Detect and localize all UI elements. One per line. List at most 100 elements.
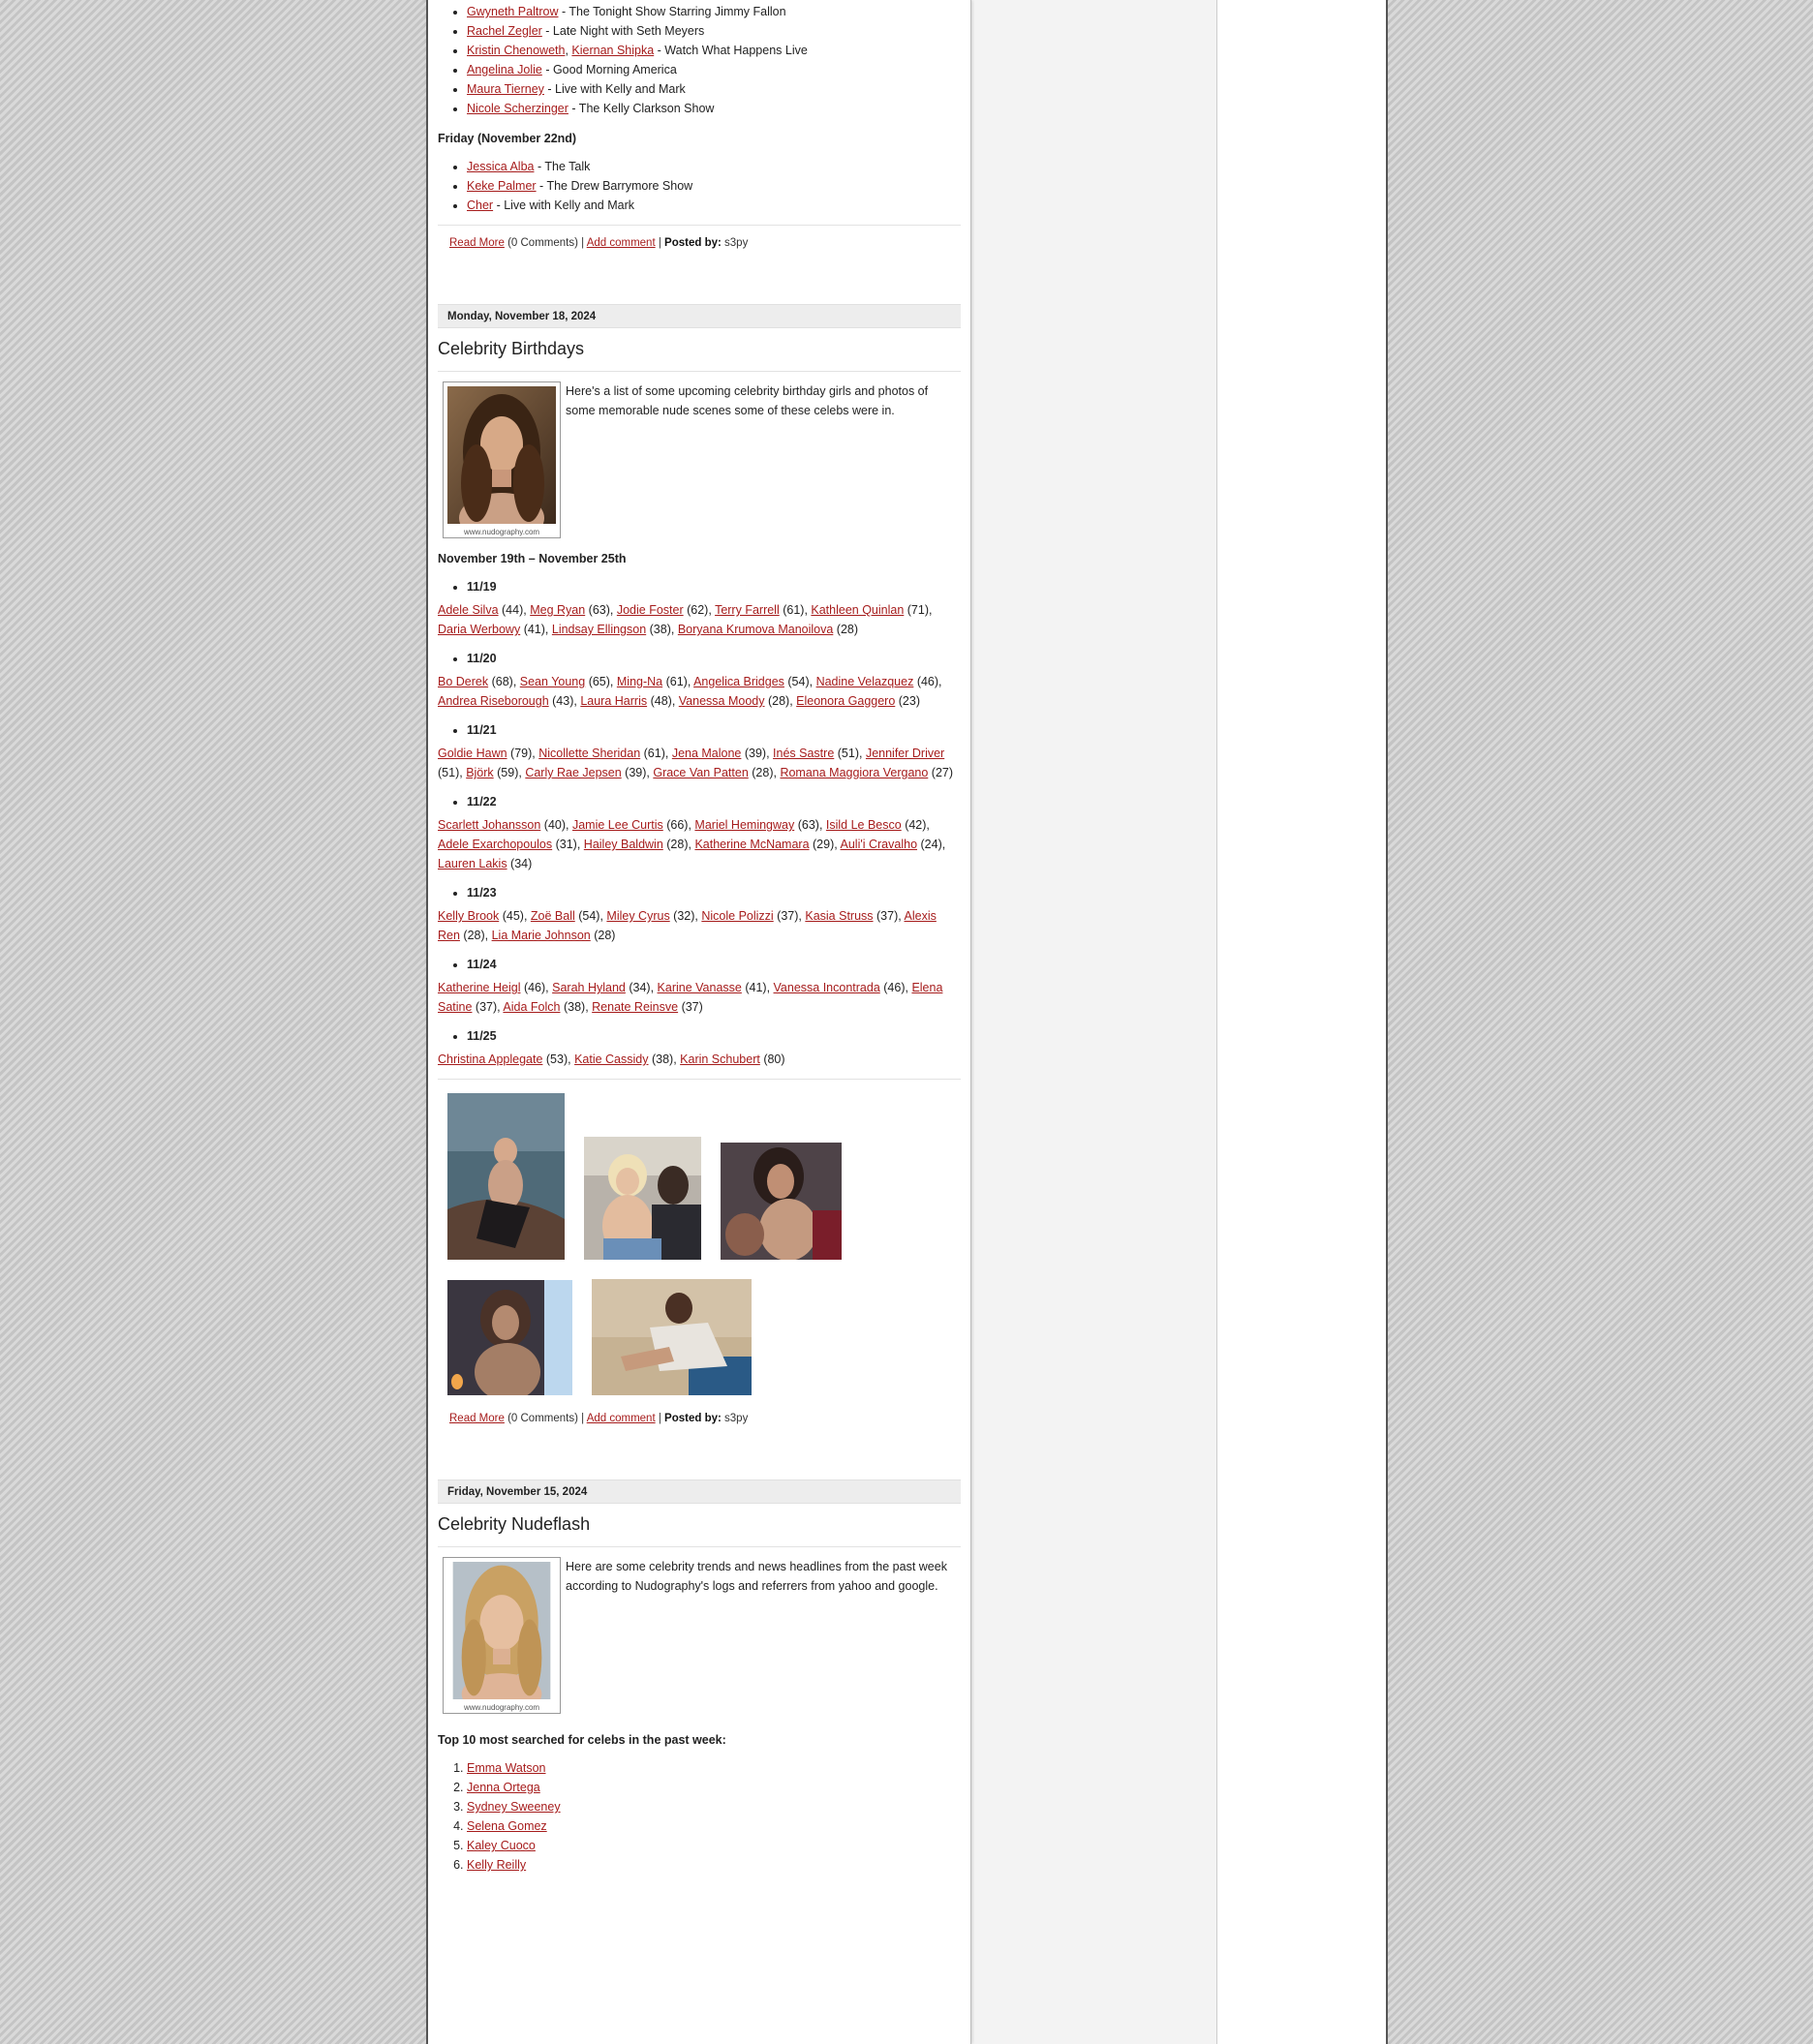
celeb-link[interactable]: Maura Tierney (467, 82, 544, 96)
show-name: - The Tonight Show Starring Jimmy Fallon (558, 5, 786, 18)
top-searched-item: Jenna Ortega (467, 1778, 961, 1797)
day-heading-list: 11/21 (438, 720, 961, 740)
celeb-link[interactable]: Lindsay Ellingson (552, 623, 646, 636)
celeb-link[interactable]: Katherine Heigl (438, 981, 520, 994)
comments-count: (0 Comments) | (504, 237, 587, 249)
post-thumbnail[interactable]: www.nudography.com (443, 381, 561, 543)
celeb-age: (54) (784, 675, 810, 688)
celeb-link[interactable]: Nadine Velazquez (816, 675, 914, 688)
celeb-link[interactable]: Emma Watson (467, 1761, 546, 1775)
celeb-link[interactable]: Sydney Sweeney (467, 1800, 561, 1814)
celeb-link[interactable]: Jena Malone (672, 747, 742, 760)
celeb-link[interactable]: Kristin Chenoweth (467, 44, 565, 57)
celeb-age: (39) (741, 747, 767, 760)
celeb-age: (53) (542, 1053, 568, 1066)
celeb-link[interactable]: Inés Sastre (773, 747, 834, 760)
celeb-link[interactable]: Vanessa Moody (679, 694, 765, 708)
celeb-link[interactable]: Katie Cassidy (574, 1053, 648, 1066)
celeb-link[interactable]: Christina Applegate (438, 1053, 542, 1066)
gallery-photo[interactable] (592, 1279, 752, 1395)
celeb-link[interactable]: Lauren Lakis (438, 857, 507, 870)
celeb-age: (37) (472, 1000, 498, 1014)
show-name: - Good Morning America (541, 63, 677, 76)
post-thumbnail[interactable]: www.nudography.com (443, 1557, 561, 1716)
celeb-link[interactable]: Rachel Zegler (467, 24, 542, 38)
add-comment-link[interactable]: Add comment (587, 237, 656, 249)
celeb-link[interactable]: Auli'i Cravalho (841, 838, 918, 851)
read-more-link[interactable]: Read More (449, 1413, 505, 1424)
friday-heading: Friday (November 22nd) (438, 132, 577, 145)
celeb-link[interactable]: Romana Maggiora Vergano (780, 766, 928, 779)
celeb-link[interactable]: Sarah Hyland (552, 981, 626, 994)
show-name: - Late Night with Seth Meyers (541, 24, 705, 38)
celeb-link[interactable]: Jessica Alba (467, 160, 534, 173)
gallery-photo[interactable] (584, 1137, 701, 1260)
celeb-link[interactable]: Gwyneth Paltrow (467, 5, 558, 18)
celeb-link[interactable]: Sean Young (520, 675, 585, 688)
celeb-link[interactable]: Jodie Foster (617, 603, 684, 617)
celeb-link[interactable]: Nicole Scherzinger (467, 102, 568, 115)
celeb-age: (63) (794, 818, 819, 832)
celeb-link[interactable]: Kathleen Quinlan (811, 603, 904, 617)
celeb-link[interactable]: Goldie Hawn (438, 747, 507, 760)
gallery-photo[interactable] (721, 1143, 842, 1260)
celeb-link[interactable]: Jamie Lee Curtis (572, 818, 663, 832)
celeb-link[interactable]: Björk (466, 766, 493, 779)
celeb-link[interactable]: Kiernan Shipka (571, 44, 654, 57)
celeb-link[interactable]: Nicole Polizzi (701, 909, 773, 923)
celeb-age: (34) (507, 857, 533, 870)
celeb-link[interactable]: Hailey Baldwin (584, 838, 663, 851)
celeb-age: (38) (648, 1053, 674, 1066)
celeb-link[interactable]: Mariel Hemingway (694, 818, 794, 832)
gallery-photo[interactable] (447, 1093, 565, 1260)
celeb-age: (37) (773, 909, 799, 923)
read-more-link[interactable]: Read More (449, 237, 505, 249)
celeb-age: (28) (590, 929, 616, 942)
celeb-age: (45) (499, 909, 524, 923)
celeb-link[interactable]: Nicollette Sheridan (538, 747, 640, 760)
gallery-photo[interactable] (447, 1280, 572, 1395)
celeb-link[interactable]: Adele Silva (438, 603, 499, 617)
celeb-link[interactable]: Ming-Na (617, 675, 662, 688)
celeb-link[interactable]: Boryana Krumova Manoilova (678, 623, 834, 636)
celeb-link[interactable]: Jennifer Driver (866, 747, 944, 760)
celeb-link[interactable]: Adele Exarchopoulos (438, 838, 552, 851)
celeb-link[interactable]: Angelica Bridges (693, 675, 784, 688)
celeb-link[interactable]: Bo Derek (438, 675, 488, 688)
celeb-link[interactable]: Meg Ryan (530, 603, 585, 617)
celeb-link[interactable]: Laura Harris (580, 694, 647, 708)
celeb-link[interactable]: Angelina Jolie (467, 63, 542, 76)
birthday-celebs-line: Adele Silva (44), Meg Ryan (63), Jodie F… (438, 603, 933, 636)
celeb-link[interactable]: Terry Farrell (715, 603, 780, 617)
celeb-link[interactable]: Andrea Riseborough (438, 694, 549, 708)
celeb-link[interactable]: Daria Werbowy (438, 623, 520, 636)
celeb-link[interactable]: Aida Folch (503, 1000, 560, 1014)
celeb-link[interactable]: Grace Van Patten (653, 766, 748, 779)
celeb-link[interactable]: Kaley Cuoco (467, 1839, 536, 1852)
celeb-link[interactable]: Isild Le Besco (826, 818, 902, 832)
schedule-item: Jessica Alba - The Talk (467, 157, 961, 176)
celeb-link[interactable]: Vanessa Incontrada (774, 981, 880, 994)
top-searched-item: Sydney Sweeney (467, 1797, 961, 1816)
celeb-link[interactable]: Keke Palmer (467, 179, 537, 193)
celeb-link[interactable]: Karine Vanasse (658, 981, 742, 994)
celeb-link[interactable]: Renate Reinsve (592, 1000, 678, 1014)
celeb-link[interactable]: Kelly Reilly (467, 1858, 526, 1872)
celeb-link[interactable]: Karin Schubert (680, 1053, 760, 1066)
celeb-link[interactable]: Kasia Struss (805, 909, 873, 923)
celeb-link[interactable]: Miley Cyrus (606, 909, 669, 923)
celeb-link[interactable]: Scarlett Johansson (438, 818, 540, 832)
celeb-age: (61) (662, 675, 688, 688)
celeb-link[interactable]: Selena Gomez (467, 1819, 547, 1833)
celeb-age: (61) (640, 747, 665, 760)
celeb-link[interactable]: Zoë Ball (531, 909, 575, 923)
celeb-link[interactable]: Cher (467, 198, 493, 212)
add-comment-link[interactable]: Add comment (587, 1413, 656, 1424)
celeb-link[interactable]: Eleonora Gaggero (796, 694, 895, 708)
celeb-link[interactable]: Jenna Ortega (467, 1781, 540, 1794)
celeb-link[interactable]: Carly Rae Jepsen (525, 766, 621, 779)
celeb-link[interactable]: Lia Marie Johnson (492, 929, 591, 942)
post-date-bar: Monday, November 18, 2024 (438, 304, 961, 328)
celeb-link[interactable]: Katherine McNamara (694, 838, 809, 851)
celeb-link[interactable]: Kelly Brook (438, 909, 499, 923)
